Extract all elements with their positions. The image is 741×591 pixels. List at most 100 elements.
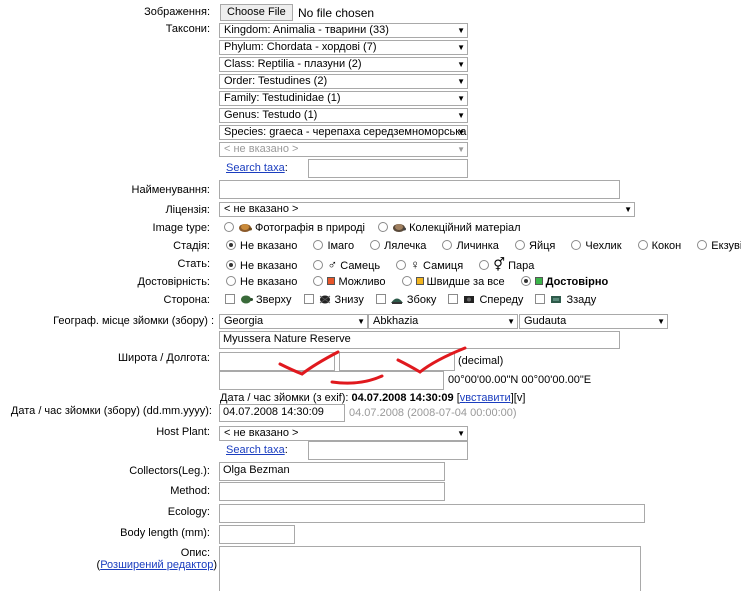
country-select[interactable]: Georgia (219, 314, 368, 329)
name-input[interactable] (219, 180, 620, 199)
side-option-label: Збоку (406, 294, 437, 306)
radio-icon[interactable] (226, 260, 236, 270)
radio-icon[interactable] (637, 240, 648, 250)
side-option-label: Знизу (334, 294, 364, 306)
radio-icon[interactable] (479, 260, 490, 270)
stage-option-label: Не вказано (240, 240, 298, 252)
radio-icon[interactable] (313, 276, 324, 286)
side-option[interactable]: Збоку (375, 294, 437, 307)
sex-option[interactable]: Не вказано (226, 260, 297, 273)
radio-icon[interactable] (313, 260, 324, 270)
radio-icon[interactable] (224, 222, 234, 232)
description-textarea[interactable] (219, 546, 641, 591)
radio-icon[interactable] (515, 240, 525, 250)
order-select[interactable]: Order: Testudines (2) (219, 74, 468, 89)
radio-icon[interactable] (520, 276, 531, 286)
stage-option[interactable]: Чехлик (571, 240, 622, 253)
image-type-collection[interactable]: Колекційний матеріал (378, 222, 521, 235)
species-select[interactable]: Species: graeca - черепаха середземномор… (219, 125, 468, 140)
genus-select[interactable]: Genus: Testudo (1) (219, 108, 468, 123)
stage-option-label: Екзувій (711, 240, 741, 252)
side-option[interactable]: Ззаду (535, 294, 596, 307)
radio-icon[interactable] (571, 240, 582, 250)
collectors-label: Collectors(Leg.): (129, 465, 210, 477)
ecology-input[interactable] (219, 504, 645, 523)
image-type-nature-label: Фотографія в природі (255, 222, 365, 234)
radio-icon[interactable] (697, 240, 708, 250)
exif-insert-link[interactable]: вставити (465, 392, 510, 404)
stage-option[interactable]: Яйця (515, 240, 555, 253)
checkbox-icon[interactable] (375, 294, 386, 304)
reliability-option[interactable]: Можливо (313, 276, 385, 289)
radio-icon[interactable] (313, 240, 324, 250)
reliability-option-label: Швидше за все (426, 276, 505, 288)
host-plant-search-row: Search taxa: (226, 444, 288, 456)
checkbox-icon[interactable] (535, 294, 546, 304)
phylum-select[interactable]: Phylum: Chordata - хордові (7) (219, 40, 468, 55)
class-select[interactable]: Class: Reptilia - плазуни (2) (219, 57, 468, 72)
checkbox-icon[interactable] (448, 294, 459, 304)
taxa-search-input[interactable] (308, 159, 468, 178)
checkbox-icon[interactable] (303, 294, 314, 304)
image-type-nature[interactable]: Фотографія в природі (224, 222, 365, 235)
host-plant-search-link[interactable]: Search taxa (226, 444, 285, 456)
side-option[interactable]: Знизу (303, 294, 364, 307)
choose-file-button[interactable]: Choose File (220, 4, 293, 21)
advanced-editor-link[interactable]: Розширений редактор (100, 559, 213, 571)
search-taxa-link[interactable]: Search taxa (226, 162, 285, 174)
family-select[interactable]: Family: Testudinidae (1) (219, 91, 468, 106)
license-select[interactable]: < не вказано > (219, 202, 635, 217)
stage-option-label: Кокон (651, 240, 682, 252)
reliability-label: Достовірність: (137, 276, 210, 288)
radio-icon[interactable] (226, 276, 236, 286)
radio-icon[interactable] (378, 222, 389, 232)
female-icon: ♀ (410, 257, 420, 272)
side-option[interactable]: Спереду (448, 294, 523, 307)
radio-icon[interactable] (442, 240, 453, 250)
district-select[interactable]: Gudauta (519, 314, 668, 329)
stage-option-label: Чехлик (585, 240, 622, 252)
stage-option[interactable]: Лялечка (370, 240, 426, 253)
stage-option[interactable]: Екзувій (697, 240, 741, 253)
stage-label: Стадія: (173, 240, 210, 252)
date-input[interactable]: 04.07.2008 14:30:09 (219, 404, 345, 422)
radio-icon[interactable] (370, 240, 381, 250)
collectors-input[interactable]: Olga Bezman (219, 462, 445, 481)
turtle-front-icon (464, 296, 475, 303)
turtle-top-icon (241, 295, 253, 304)
reliability-option[interactable]: Не вказано (226, 276, 297, 289)
sex-options: Не вказано ♂ Самець ♀ Самиця ⚥ Пара (226, 258, 534, 273)
sex-option-label: Не вказано (240, 260, 298, 272)
exif-row: Дата / час зйомки (з exif): 04.07.2008 1… (220, 392, 525, 404)
coords-label: Широта / Долгота: (117, 352, 210, 364)
radio-icon[interactable] (401, 276, 412, 286)
sex-option[interactable]: ♀ Самиця (396, 258, 463, 273)
region-select[interactable]: Abkhazia (368, 314, 518, 329)
collection-icon (393, 224, 407, 232)
kingdom-select[interactable]: Kingdom: Animalia - тварини (33) (219, 23, 468, 38)
search-taxa-colon: : (284, 162, 288, 174)
side-option[interactable]: Зверху (225, 294, 291, 307)
stage-option[interactable]: Імаго (313, 240, 354, 253)
sex-option-label: Пара (508, 260, 535, 272)
stage-option[interactable]: Не вказано (226, 240, 297, 253)
host-plant-search-input[interactable] (308, 441, 468, 460)
method-input[interactable] (219, 482, 445, 501)
subspecies-select[interactable]: < не вказано > (219, 142, 468, 157)
radio-icon[interactable] (396, 260, 407, 270)
reliability-option[interactable]: Достовірно (520, 276, 608, 289)
sex-option[interactable]: ♂ Самець (313, 258, 380, 273)
turtle-side-icon (390, 298, 403, 304)
side-option-label: Зверху (256, 294, 292, 306)
location-label: Географ. місце зйомки (збору) : (53, 315, 214, 327)
host-plant-select[interactable]: < не вказано > (219, 426, 468, 441)
body-length-input[interactable] (219, 525, 295, 544)
sex-label: Стать: (177, 258, 210, 270)
checkbox-icon[interactable] (225, 294, 235, 304)
radio-icon[interactable] (226, 240, 236, 250)
date-label: Дата / час зйомки (збору) (dd.mm.yyyy): (10, 405, 212, 417)
sex-option[interactable]: ⚥ Пара (479, 258, 534, 273)
stage-option[interactable]: Кокон (637, 240, 682, 253)
stage-option[interactable]: Личинка (442, 240, 499, 253)
reliability-option[interactable]: Швидше за все (401, 276, 505, 289)
